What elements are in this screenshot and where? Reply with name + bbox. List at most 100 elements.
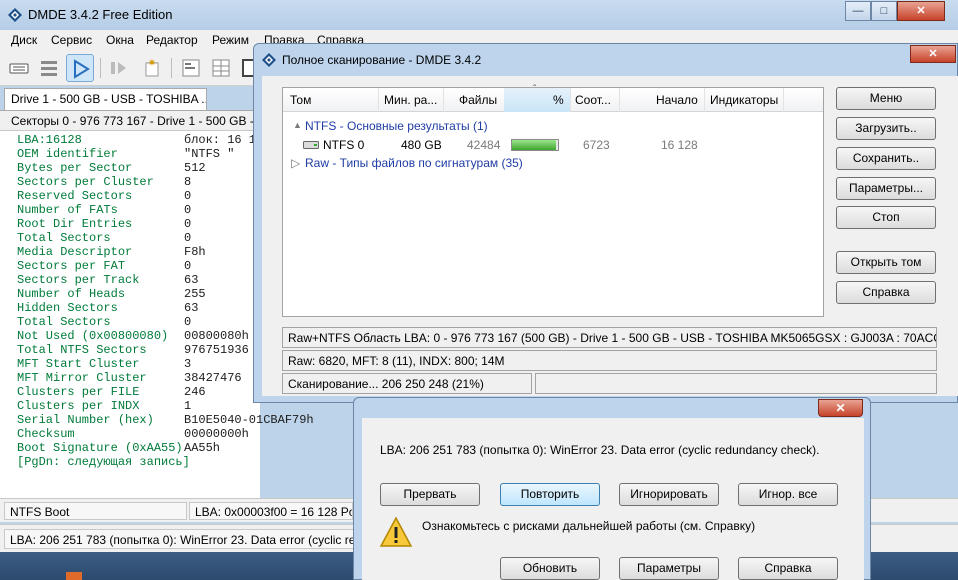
boot-record-row: [PgDn: следующая запись] [17,455,277,469]
boot-sector-panel: Секторы 0 - 976 773 167 - Drive 1 - 500 … [0,110,314,498]
boot-record-value: AA55h [184,441,221,455]
boot-record-row: Sectors per Cluster 8 [17,175,277,189]
forward-icon[interactable] [105,54,133,82]
ignore-button[interactable]: Игнорировать [619,483,719,506]
col-percent[interactable]: % [553,93,564,107]
menu-disk[interactable]: Диск [11,33,37,47]
app-icon [8,8,22,22]
area-info: Raw+NTFS Область LBA: 0 - 976 773 167 (5… [282,327,937,348]
group-row-ntfs[interactable]: ▲ NTFS - Основные результаты (1) [283,117,823,135]
group-label-ntfs: NTFS - Основные результаты (1) [305,119,488,133]
boot-record-row: Serial Number (hex) B10E5040-01CBAF79h [17,413,314,427]
boot-record-row: Total Sectors 0 [17,315,277,329]
panel-icon[interactable] [177,54,205,82]
boot-record-key: MFT Start Cluster [17,357,140,371]
boot-record-value: 38427476 [184,371,242,385]
boot-lba-label: LBA: 0x00003f00 = 16 128 Pos [189,502,353,520]
scan-close-button[interactable]: ✕ [910,45,956,63]
boot-record-row: Clusters per INDX 1 [17,399,277,413]
grid-icon[interactable] [207,54,235,82]
boot-record-row: Number of FATs 0 [17,203,277,217]
main-title-bar[interactable]: DMDE 3.4.2 Free Edition — □ ✕ [0,0,958,30]
col-files[interactable]: Файлы [459,93,497,107]
drive-icon [303,141,319,149]
new-icon[interactable]: ✷ [138,54,166,82]
minimize-button[interactable]: — [845,1,871,21]
boot-record-value: 63 [184,273,199,287]
boot-record-row: MFT Mirror Cluster 38427476 [17,371,277,385]
maximize-button[interactable]: □ [871,1,897,21]
keyboard-icon[interactable] [5,54,33,82]
boot-record-key: Root Dir Entries [17,217,133,231]
menu-windows[interactable]: Окна [106,33,134,47]
boot-record-row: Number of Heads 255 [17,287,277,301]
boot-record-row: OEM identifier "NTFS " [17,147,277,161]
grid-header: Том Мин. ра... Файлы ˆ % Соот... Начало … [283,84,823,112]
boot-record-list: LBA:16128 блок: 16 12 OEM identifier "NTFS … [17,133,314,469]
scan-progress: Сканирование... 206 250 248 (21%) [282,373,532,394]
stop-button[interactable]: Стоп [836,206,936,229]
boot-record-key: MFT Mirror Cluster [17,371,147,385]
group-row-raw[interactable]: ▷ Raw - Типы файлов по сигнатурам (35) [283,154,823,172]
scan-progress-extra [535,373,937,394]
menu-button[interactable]: Меню [836,87,936,110]
col-min-size[interactable]: Мин. ра... [384,93,437,107]
parameters-button[interactable]: Параметры... [836,177,936,200]
boot-record-row: Total Sectors 0 [17,231,277,245]
boot-record-row: Checksum 00000000h [17,427,277,441]
boot-record-row: Media Descriptor F8h [17,245,277,259]
boot-record-key: Not Used (0x00800080) [17,329,169,343]
boot-record-key: Bytes per Sector [17,161,133,175]
warning-text: Ознакомьтесь с рисками дальнейшей работы… [422,519,756,533]
boot-record-value: 0 [184,315,192,329]
help-button[interactable]: Справка [836,281,936,304]
drive-tab[interactable]: Drive 1 - 500 GB - USB - TOSHIBA ... [4,88,207,110]
menu-service[interactable]: Сервис [51,33,92,47]
boot-record-row: Bytes per Sector 512 [17,161,277,175]
menu-mode[interactable]: Режим [212,33,249,47]
boot-record-key: Number of FATs [17,203,118,217]
main-window-title: DMDE 3.4.2 Free Edition [28,7,173,22]
boot-record-row: Sectors per FAT 0 [17,259,277,273]
boot-record-row: Root Dir Entries 0 [17,217,277,231]
error-parameters-button[interactable]: Параметры [619,557,719,580]
boot-record-value: 00800080h [184,329,249,343]
ignore-all-button[interactable]: Игнор. все [738,483,838,506]
boot-record-value: 0 [184,217,192,231]
scan-dialog-title-bar[interactable]: Полное сканирование - DMDE 3.4.2 ✕ [254,44,958,76]
col-volume[interactable]: Том [290,93,311,107]
app-icon [262,53,276,67]
boot-record-row: Total NTFS Sectors 976751936 [17,343,277,357]
col-start[interactable]: Начало [656,93,698,107]
boot-record-value: 63 [184,301,199,315]
boot-record-key: Clusters per INDX [17,399,140,413]
boot-record-value: 1 [184,399,192,413]
open-volume-button[interactable]: Открыть том [836,251,936,274]
col-match[interactable]: Соот... [575,93,611,107]
sort-up-icon: ˆ [533,84,537,95]
boot-record-row: Clusters per FILE 246 [17,385,277,399]
retry-button[interactable]: Повторить [500,483,600,506]
table-row[interactable]: NTFS 0 480 GB 42484 6723 16 128 [283,136,823,154]
play-icon[interactable] [66,54,94,82]
menu-editor[interactable]: Редактор [146,33,198,47]
error-dialog-body: LBA: 206 251 783 (попытка 0): WinError 2… [362,418,864,580]
boot-record-key: Sectors per Track [17,273,140,287]
close-button[interactable]: ✕ [897,1,945,21]
error-help-button[interactable]: Справка [738,557,838,580]
list-icon[interactable] [35,54,63,82]
col-indicators[interactable]: Индикаторы [710,93,778,107]
expand-arrow-icon[interactable]: ▷ [291,156,300,170]
volume-start: 16 128 [661,138,698,152]
refresh-button[interactable]: Обновить [500,557,600,580]
collapse-arrow-icon[interactable]: ▲ [293,120,302,130]
boot-record-key: [PgDn: следующая запись] [17,455,190,469]
error-close-button[interactable]: ✕ [818,399,863,417]
results-grid: Том Мин. ра... Файлы ˆ % Соот... Начало … [282,84,824,317]
abort-button[interactable]: Прервать [380,483,480,506]
save-button[interactable]: Сохранить.. [836,147,936,170]
error-message: LBA: 206 251 783 (попытка 0): WinError 2… [380,443,820,457]
load-button[interactable]: Загрузить.. [836,117,936,140]
boot-record-key: Total NTFS Sectors [17,343,147,357]
boot-record-key: Number of Heads [17,287,126,301]
